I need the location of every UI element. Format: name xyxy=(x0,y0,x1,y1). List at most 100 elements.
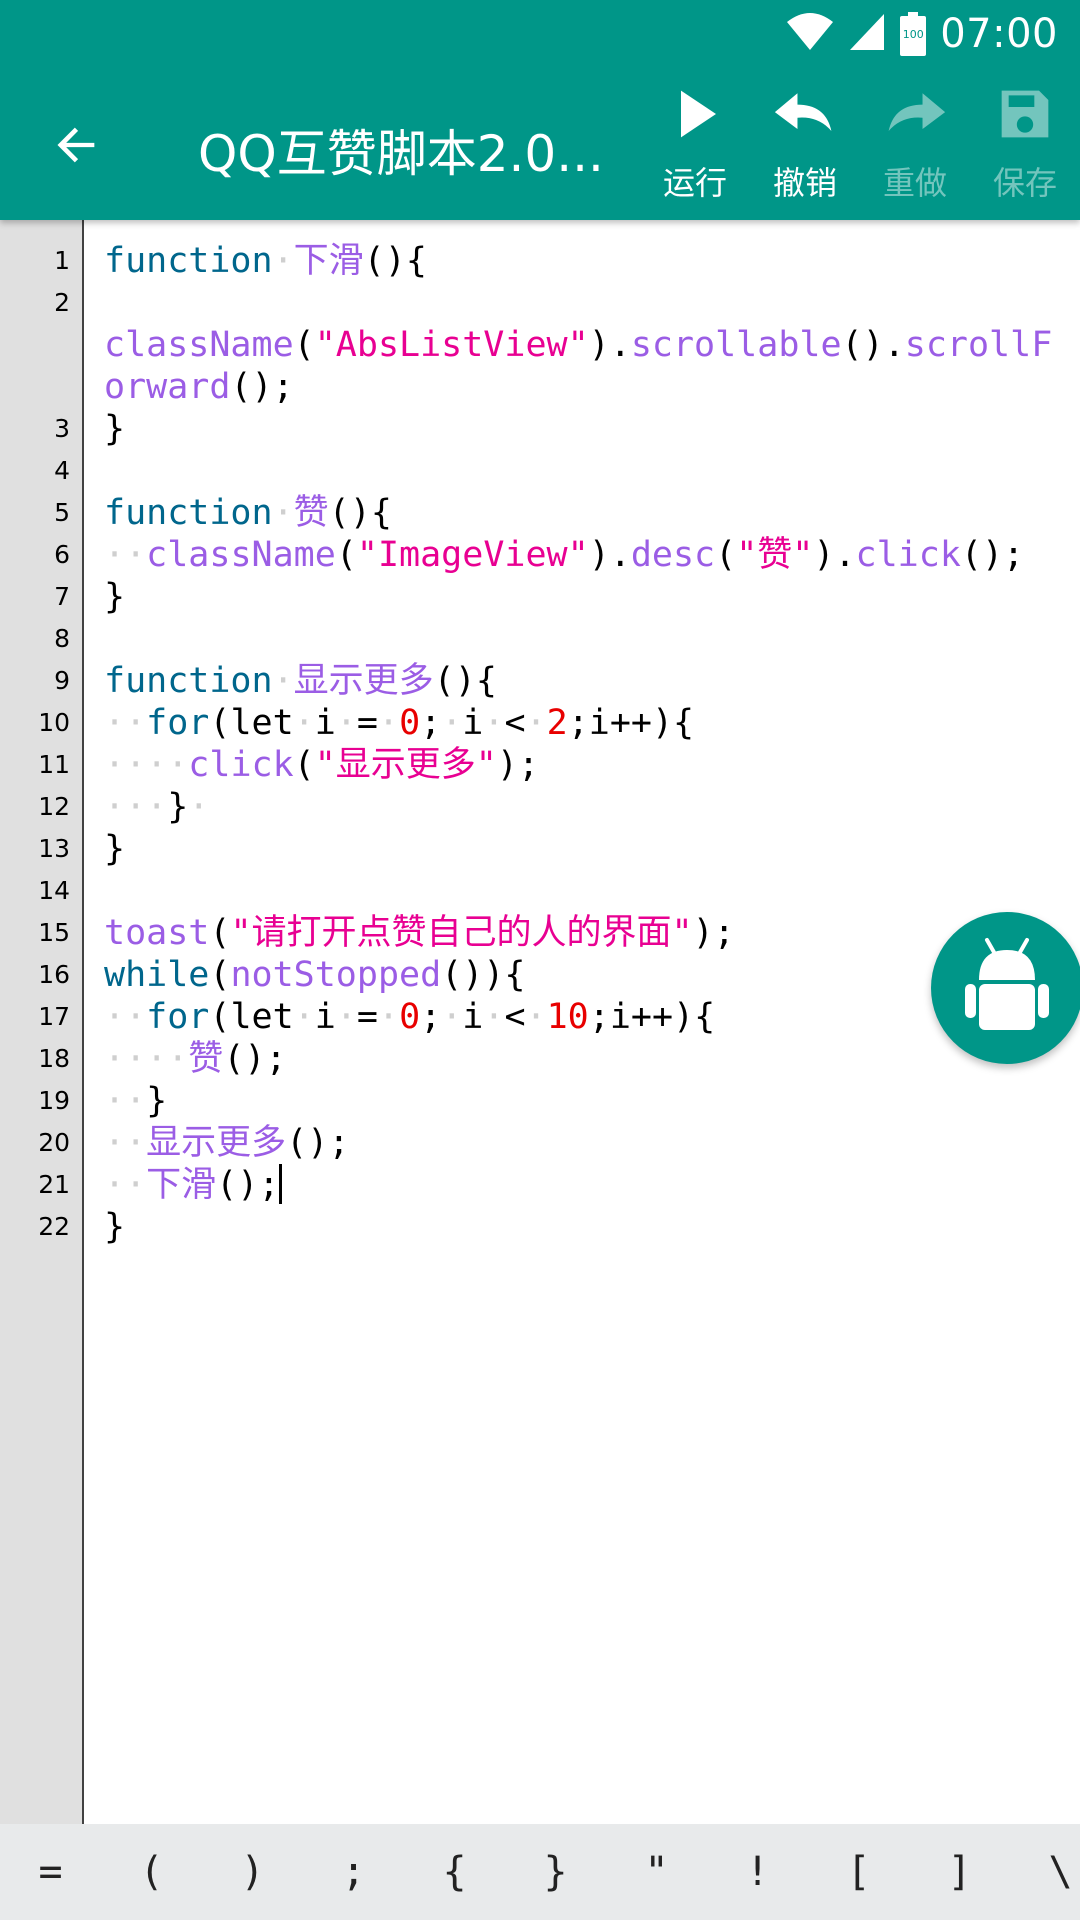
symbol-key[interactable]: { xyxy=(404,1849,505,1895)
code-token: · xyxy=(272,661,294,701)
redo-button[interactable]: 重做 xyxy=(865,84,965,204)
code-token: 赞 xyxy=(293,493,329,533)
line-number: 19 xyxy=(38,1086,70,1115)
undo-icon xyxy=(773,84,837,144)
code-token: for xyxy=(146,997,210,1037)
code-line[interactable]: 9 function·显示更多(){ xyxy=(54,660,1074,702)
code-line[interactable]: 18 ····赞(); xyxy=(38,1038,1074,1080)
line-number: 21 xyxy=(38,1170,70,1199)
code-token: ( xyxy=(293,325,315,365)
code-area[interactable]: 1 function·下滑(){2 className("AbsListView"… xyxy=(38,240,1074,1248)
code-token: · xyxy=(483,997,505,1037)
code-line[interactable]: 2 xyxy=(54,282,1074,324)
toolbar: QQ互赞脚本2.0... 运行 撤销 重做 保存 xyxy=(0,70,1080,220)
line-number: 9 xyxy=(54,666,70,695)
save-label: 保存 xyxy=(992,164,1057,202)
clock: 07:00 xyxy=(940,11,1058,57)
code-line[interactable]: 16 while(notStopped()){ xyxy=(38,954,1074,996)
code-token: className xyxy=(104,325,294,365)
code-token: · xyxy=(525,997,547,1037)
code-token: 下滑 xyxy=(293,241,364,281)
code-line[interactable]: 4 xyxy=(54,450,1074,492)
line-number: 14 xyxy=(38,876,70,905)
code-token: i xyxy=(462,997,484,1037)
code-token: (). xyxy=(841,325,905,365)
code-token: · xyxy=(335,703,357,743)
back-button[interactable] xyxy=(40,108,114,182)
symbol-key[interactable]: } xyxy=(505,1849,606,1895)
save-button[interactable]: 保存 xyxy=(975,84,1075,204)
undo-button[interactable]: 撤销 xyxy=(755,84,855,204)
symbol-key[interactable]: ! xyxy=(707,1849,808,1895)
line-number: 12 xyxy=(38,792,70,821)
symbol-key[interactable]: = xyxy=(0,1849,101,1895)
line-number: 15 xyxy=(38,918,70,947)
code-token: "显示更多" xyxy=(314,745,497,785)
code-line[interactable]: 19 ··} xyxy=(38,1080,1074,1122)
code-token: = xyxy=(356,703,378,743)
code-line[interactable]: 1 function·下滑(){ xyxy=(54,240,1074,282)
code-token: ( xyxy=(715,535,737,575)
code-line[interactable]: 17 ··for(let·i·=·0;·i·<·10;i++){ xyxy=(38,996,1074,1038)
code-token: } xyxy=(167,787,189,827)
symbol-key[interactable]: ) xyxy=(202,1849,303,1895)
code-token: ( xyxy=(209,913,231,953)
code-line[interactable]: 15 toast("请打开点赞自己的人的界面"); xyxy=(38,912,1074,954)
code-line[interactable]: 20 ··显示更多(); xyxy=(38,1122,1074,1164)
code-token: · xyxy=(377,703,400,743)
app-root: 100 07:00 QQ互赞脚本2.0... 运行 撤销 重做 保存 1 fun… xyxy=(0,0,1080,1920)
floating-action-button[interactable] xyxy=(931,912,1080,1064)
symbol-key[interactable]: " xyxy=(606,1849,707,1895)
code-line[interactable]: 5 function·赞(){ xyxy=(54,492,1074,534)
code-token: (); xyxy=(960,535,1025,575)
code-line[interactable]: orward(); xyxy=(104,366,1074,408)
code-token: · xyxy=(335,997,357,1037)
code-token: notStopped xyxy=(230,955,442,995)
code-token: i xyxy=(462,703,484,743)
code-token: ( xyxy=(335,535,357,575)
code-token: · xyxy=(272,493,294,533)
line-number: 2 xyxy=(54,288,70,317)
code-line[interactable]: 21 ··下滑(); xyxy=(38,1164,1074,1206)
code-token: } xyxy=(104,1207,126,1247)
symbol-key[interactable]: ] xyxy=(909,1849,1010,1895)
code-token: ·· xyxy=(104,703,147,743)
battery-icon: 100 xyxy=(900,12,927,56)
code-token: (); xyxy=(286,1123,350,1163)
run-button[interactable]: 运行 xyxy=(645,84,745,204)
symbol-key[interactable]: ( xyxy=(101,1849,202,1895)
code-token: 显示更多 xyxy=(146,1123,287,1163)
code-line[interactable]: 22} xyxy=(38,1206,1074,1248)
code-token: ( xyxy=(209,955,231,995)
code-editor[interactable]: 1 function·下滑(){2 className("AbsListView"… xyxy=(0,220,1080,1824)
code-line[interactable]: className("AbsListView").scrollable().sc… xyxy=(104,324,1074,366)
code-token: ·· xyxy=(104,535,147,575)
code-line[interactable]: 7} xyxy=(54,576,1074,618)
code-line[interactable]: 3} xyxy=(54,408,1074,450)
code-line[interactable]: 12 ···}· xyxy=(38,786,1074,828)
code-token: ). xyxy=(813,535,856,575)
line-number: 11 xyxy=(38,750,70,779)
code-line[interactable]: 6 ··className("ImageView").desc("赞").clic… xyxy=(54,534,1074,576)
status-bar: 100 07:00 xyxy=(786,8,1058,60)
code-token: = xyxy=(356,997,378,1037)
code-token: · xyxy=(293,703,315,743)
code-token: < xyxy=(504,997,526,1037)
script-title: QQ互赞脚本2.0... xyxy=(198,125,604,183)
code-token: scrollable xyxy=(630,325,842,365)
code-token: 10 xyxy=(546,997,589,1037)
code-line[interactable]: 10 ··for(let·i·=·0;·i·<·2;i++){ xyxy=(38,702,1074,744)
symbol-key[interactable]: \ xyxy=(1010,1849,1080,1895)
code-line[interactable]: 8 xyxy=(54,618,1074,660)
code-token: · xyxy=(483,703,505,743)
code-token: ;i++){ xyxy=(588,997,716,1037)
code-line[interactable]: 14 xyxy=(38,870,1074,912)
symbol-key[interactable]: [ xyxy=(808,1849,909,1895)
code-line[interactable]: 11 ····click("显示更多"); xyxy=(38,744,1074,786)
code-token: toast xyxy=(104,913,210,953)
symbol-key[interactable]: ; xyxy=(303,1849,404,1895)
line-number: 13 xyxy=(38,834,70,863)
code-line[interactable]: 13} xyxy=(38,828,1074,870)
code-token: "赞" xyxy=(736,535,814,575)
code-token: scrollF xyxy=(904,325,1053,365)
